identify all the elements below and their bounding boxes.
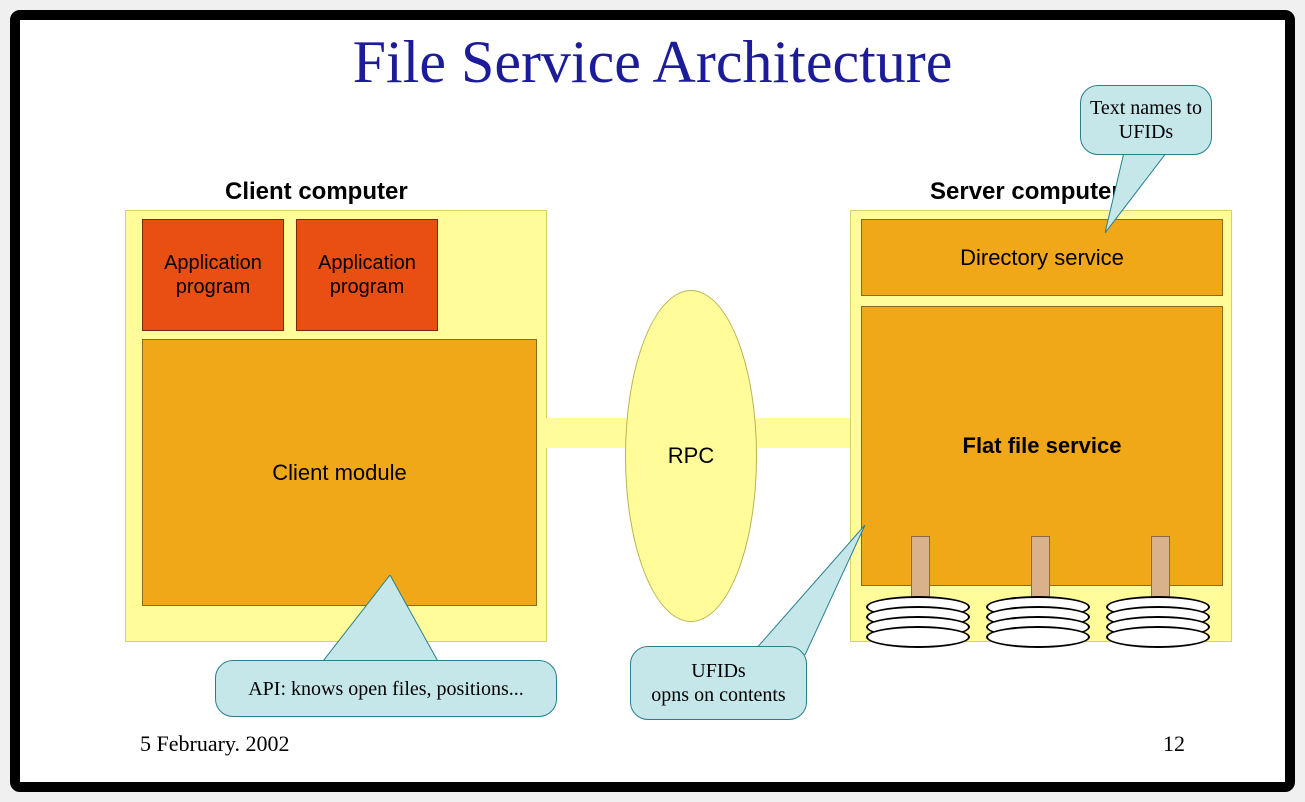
application-program-1: Application program — [142, 219, 284, 331]
disk-spindle-icon — [1031, 536, 1050, 598]
callout-ufids: UFIDs opns on contents — [630, 646, 807, 720]
footer-page: 12 — [1163, 731, 1185, 757]
disk-icon — [1106, 571, 1216, 661]
rpc-label: RPC — [668, 443, 714, 469]
rpc-ellipse: RPC — [625, 290, 757, 622]
client-module-box: Client module — [142, 339, 537, 606]
callout-text-names: Text names to UFIDs — [1080, 85, 1212, 155]
disk-platter-icon — [866, 626, 970, 648]
server-box: Directory service Flat file service — [850, 210, 1232, 642]
callout-tail-icon — [1105, 148, 1185, 233]
callout-api: API: knows open files, positions... — [215, 660, 557, 717]
callout-tail-icon — [320, 575, 460, 670]
client-computer-label: Client computer — [225, 178, 408, 206]
slide-frame: File Service Architecture Client compute… — [10, 10, 1295, 792]
server-computer-label: Server computer — [930, 178, 1121, 206]
footer-date: 5 February. 2002 — [140, 731, 290, 757]
disk-icon — [986, 571, 1096, 661]
disk-platter-icon — [1106, 626, 1210, 648]
application-program-2: Application program — [296, 219, 438, 331]
disk-platter-icon — [986, 626, 1090, 648]
callout-tail-icon — [755, 525, 875, 655]
disk-spindle-icon — [1151, 536, 1170, 598]
callout-ufids-text: UFIDs opns on contents — [651, 659, 785, 707]
disk-icon — [866, 571, 976, 661]
disk-spindle-icon — [911, 536, 930, 598]
